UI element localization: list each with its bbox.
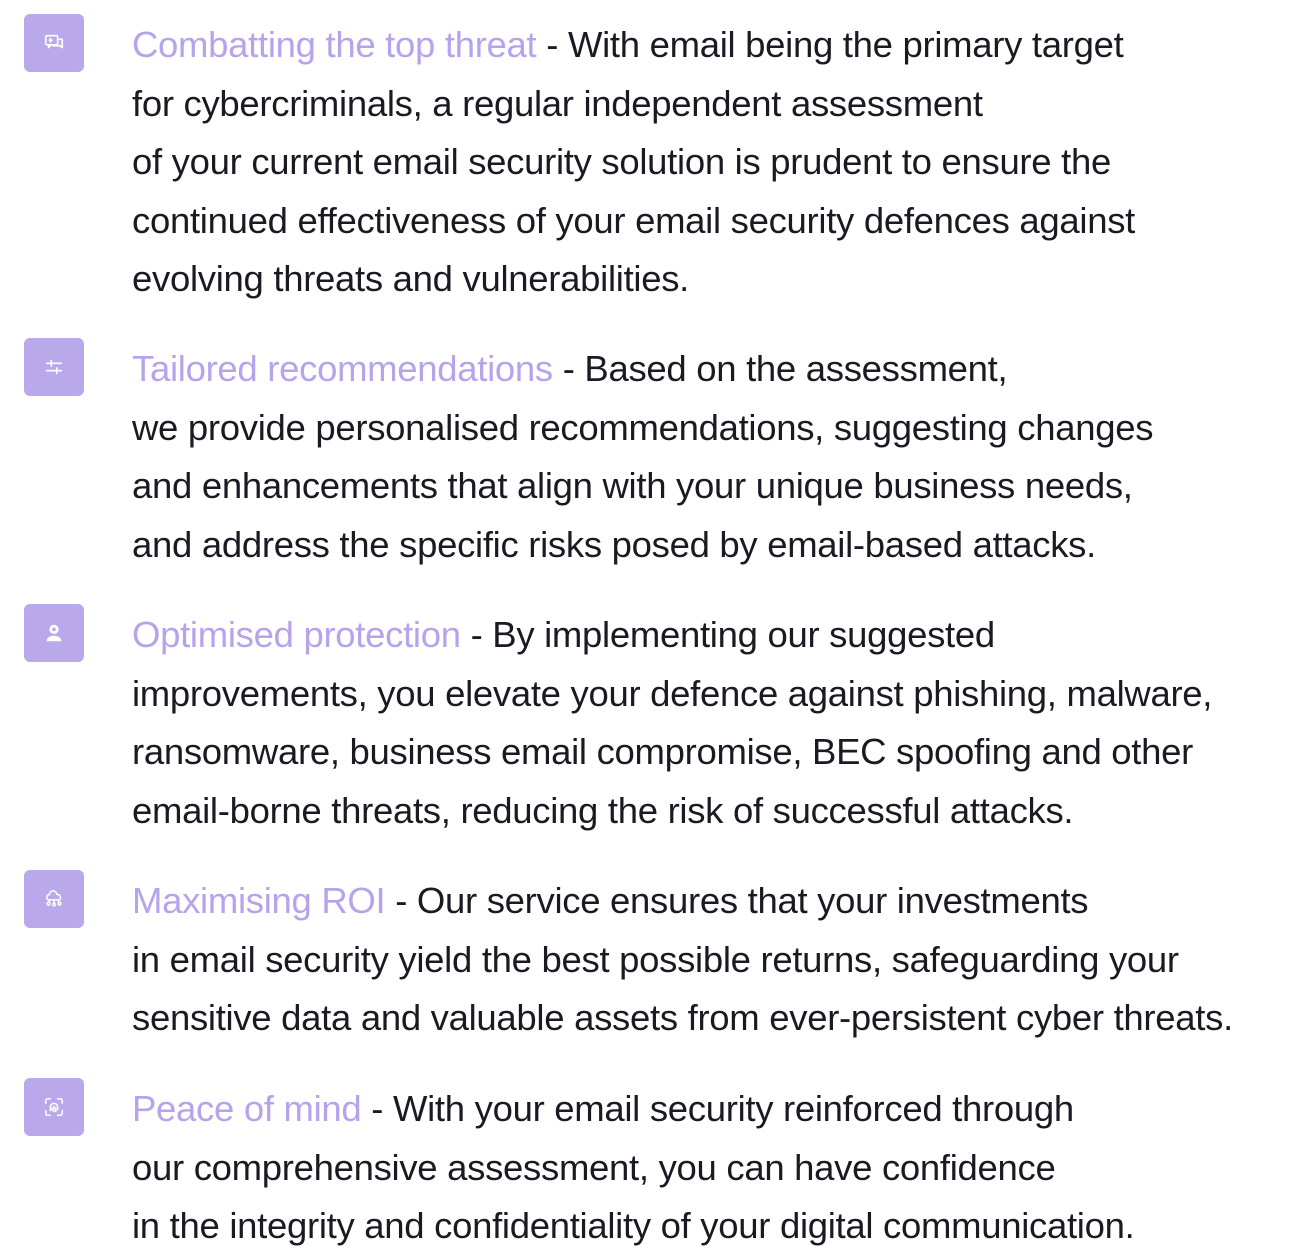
benefit-text: Combatting the top threat - With email b… — [132, 16, 1292, 309]
benefit-line: improvements, you elevate your defence a… — [132, 672, 1213, 714]
benefit-line: we provide personalised recommendations,… — [132, 406, 1154, 448]
benefit-line: for cybercriminals, a regular independen… — [132, 82, 983, 124]
benefit-line: - With your email security reinforced th… — [361, 1088, 1074, 1129]
benefit-line: - By implementing our suggested — [460, 614, 996, 655]
cloud-network-icon — [24, 870, 84, 928]
benefit-line: in email security yield the best possibl… — [132, 938, 1179, 980]
benefit-text: Optimised protection - By implementing o… — [132, 606, 1292, 840]
user-shield-icon — [24, 604, 84, 662]
benefit-text: Maximising ROI - Our service ensures tha… — [132, 872, 1292, 1048]
benefit-line: evolving threats and vulnerabilities. — [132, 258, 690, 299]
benefit-title: Optimised protection — [132, 614, 461, 655]
benefit-line: ransomware, business email compromise, B… — [132, 731, 1193, 772]
benefit-line: - Our service ensures that your investme… — [385, 880, 1089, 921]
benefit-title: Tailored recommendations — [132, 348, 553, 389]
chat-icon — [24, 14, 84, 72]
benefit-line: email-borne threats, reducing the risk o… — [132, 789, 1074, 831]
benefit-line: sensitive data and valuable assets from … — [132, 997, 1233, 1038]
benefit-line: and enhancements that align with your un… — [132, 465, 1133, 506]
benefit-line: - Based on the assessment, — [552, 348, 1008, 389]
benefit-line: continued effectiveness of your email se… — [132, 199, 1136, 241]
benefit-text: Tailored recommendations - Based on the … — [132, 340, 1292, 574]
sliders-icon — [24, 338, 84, 396]
benefit-line: in the integrity and confidentiality of … — [132, 1205, 1135, 1246]
benefit-line: of your current email security solution … — [132, 141, 1111, 182]
benefit-title: Combatting the top threat — [132, 24, 537, 65]
benefit-text: Peace of mind - With your email security… — [132, 1080, 1292, 1256]
benefit-line: our comprehensive assessment, you can ha… — [132, 1146, 1056, 1188]
benefit-title: Maximising ROI — [132, 880, 386, 921]
benefit-line: and address the specific risks posed by … — [132, 523, 1096, 565]
fingerprint-icon — [24, 1078, 84, 1136]
benefit-line: - With email being the primary target — [536, 24, 1124, 65]
benefit-title: Peace of mind — [132, 1088, 362, 1129]
